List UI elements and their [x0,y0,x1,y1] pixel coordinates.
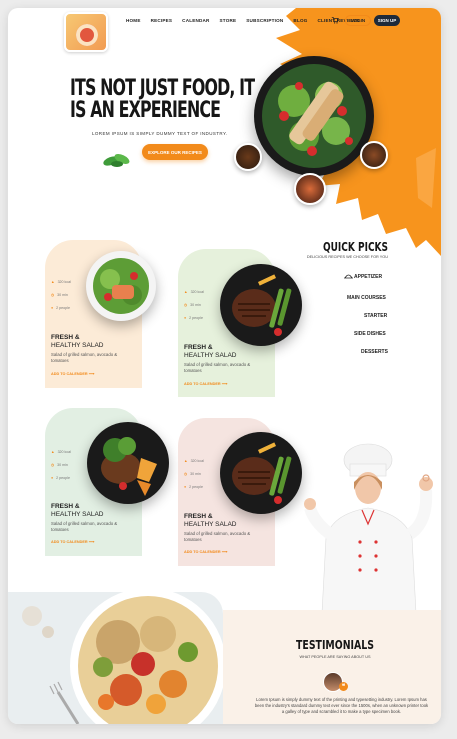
page: HOME RECIPES CALENDAR STORE SUBSCRIPTION… [8,8,441,724]
card-1-time: ◷ 30 min [51,293,68,297]
card-1-title-line2: HEALTHY SALAD [51,342,104,349]
card-1-description: Salad of grilled salmon, avocado & tomat… [51,352,118,363]
login-button[interactable]: LOGIN [345,15,371,26]
steak-vegetables-plate-image [87,422,169,504]
quick-pick-main-courses[interactable]: MAIN COURSES [347,295,386,301]
card-2-title-line2: HEALTHY SALAD [184,352,237,359]
nav-recipes[interactable]: RECIPES [151,18,173,23]
quote-icon: ❝ [339,682,348,691]
card-1-kcal: ▲ 320 kcal [51,280,71,284]
brand-logo[interactable] [64,12,108,52]
signup-button[interactable]: SIGN UP [374,15,400,26]
mint-leaves-icon [103,154,130,167]
card-3-time: ◷ 30 min [51,463,68,467]
chef-image [304,443,433,613]
quick-pick-side-dishes[interactable]: SIDE DISHES [354,331,386,337]
card-1-add-to-calendar[interactable]: ADD TO CALENDER ⟶ [51,371,94,376]
quick-picks-title: QUICK PICKS [322,240,388,254]
steak-plate-image-1 [220,264,302,346]
hero-subtitle: LOREM IPSUM IS SIMPLY DUMMY TEXT OF INDU… [92,131,228,136]
card-4-description: Salad of grilled salmon, avocado & tomat… [184,531,251,542]
nav-home[interactable]: HOME [126,18,141,23]
mini-dish-image-3[interactable] [294,173,326,205]
vegetable-bowl-image [8,592,223,724]
card-2-add-to-calendar[interactable]: ADD TO CALENDER ⟶ [184,381,227,386]
nav-calendar[interactable]: CALENDAR [182,18,209,23]
card-4-add-to-calendar[interactable]: ADD TO CALENDER ⟶ [184,549,227,554]
card-3-kcal: ▲ 320 kcal [51,450,71,454]
mini-dish-image-1[interactable] [234,143,262,171]
card-2-serves: ● 2 people [184,316,203,320]
hero-title-line2: IS AN EXPERIENCE [70,98,221,123]
mini-dish-image-2[interactable] [360,141,388,169]
card-3-add-to-calendar[interactable]: ADD TO CALENDER ⟶ [51,539,94,544]
card-4-title-line1: FRESH & [184,513,213,520]
steak-plate-image-2 [220,432,302,514]
card-4-time: ◷ 30 min [184,472,201,476]
card-4-title-line2: HEALTHY SALAD [184,521,237,528]
card-3-serves: ● 2 people [51,476,70,480]
explore-recipes-button[interactable]: EXPLORE OUR RECIPES [142,144,208,160]
quick-picks-subtitle: DELICIOUS RECIPES WE CHOOSE FOR YOU [306,255,388,259]
hero-title-line1: ITS NOT JUST FOOD, IT [70,76,255,101]
card-2-title-line1: FRESH & [184,344,213,351]
card-2-time: ◷ 30 min [184,303,201,307]
appetizer-icon [344,274,353,279]
card-3-title-line2: HEALTHY SALAD [51,511,104,518]
testimonials-subtitle: WHAT PEOPLE ARE SAYING ABOUT US [299,655,371,659]
nav-store[interactable]: STORE [220,18,237,23]
salad-plate-image [254,56,374,176]
quick-pick-appetizer[interactable]: APPETIZER [354,274,382,280]
cart-icon[interactable] [331,16,339,24]
main-nav: HOME RECIPES CALENDAR STORE SUBSCRIPTION… [126,18,359,23]
quick-pick-starter[interactable]: STARTER [364,313,387,319]
hero-title: ITS NOT JUST FOOD, IT IS AN EXPERIENCE [70,76,255,123]
card-2-kcal: ▲ 320 kcal [184,290,204,294]
card-4-serves: ● 2 people [184,485,203,489]
quick-pick-desserts[interactable]: DESSERTS [361,349,388,355]
nav-subscription[interactable]: SUBSCRIPTION [246,18,283,23]
testimonials-title: TESTIMONIALS [296,638,374,652]
nav-blog[interactable]: BLOG [293,18,307,23]
card-4-kcal: ▲ 320 kcal [184,459,204,463]
card-1-title-line1: FRESH & [51,334,80,341]
salmon-salad-plate-image [86,251,156,321]
card-1-serves: ● 2 people [51,306,70,310]
card-2-description: Salad of grilled salmon, avocado & tomat… [184,362,251,373]
card-3-title-line1: FRESH & [51,503,80,510]
testimonial-text: Lorem Ipsum is simply dummy text of the … [254,697,429,714]
card-3-description: Salad of grilled salmon, avocado & tomat… [51,521,118,532]
